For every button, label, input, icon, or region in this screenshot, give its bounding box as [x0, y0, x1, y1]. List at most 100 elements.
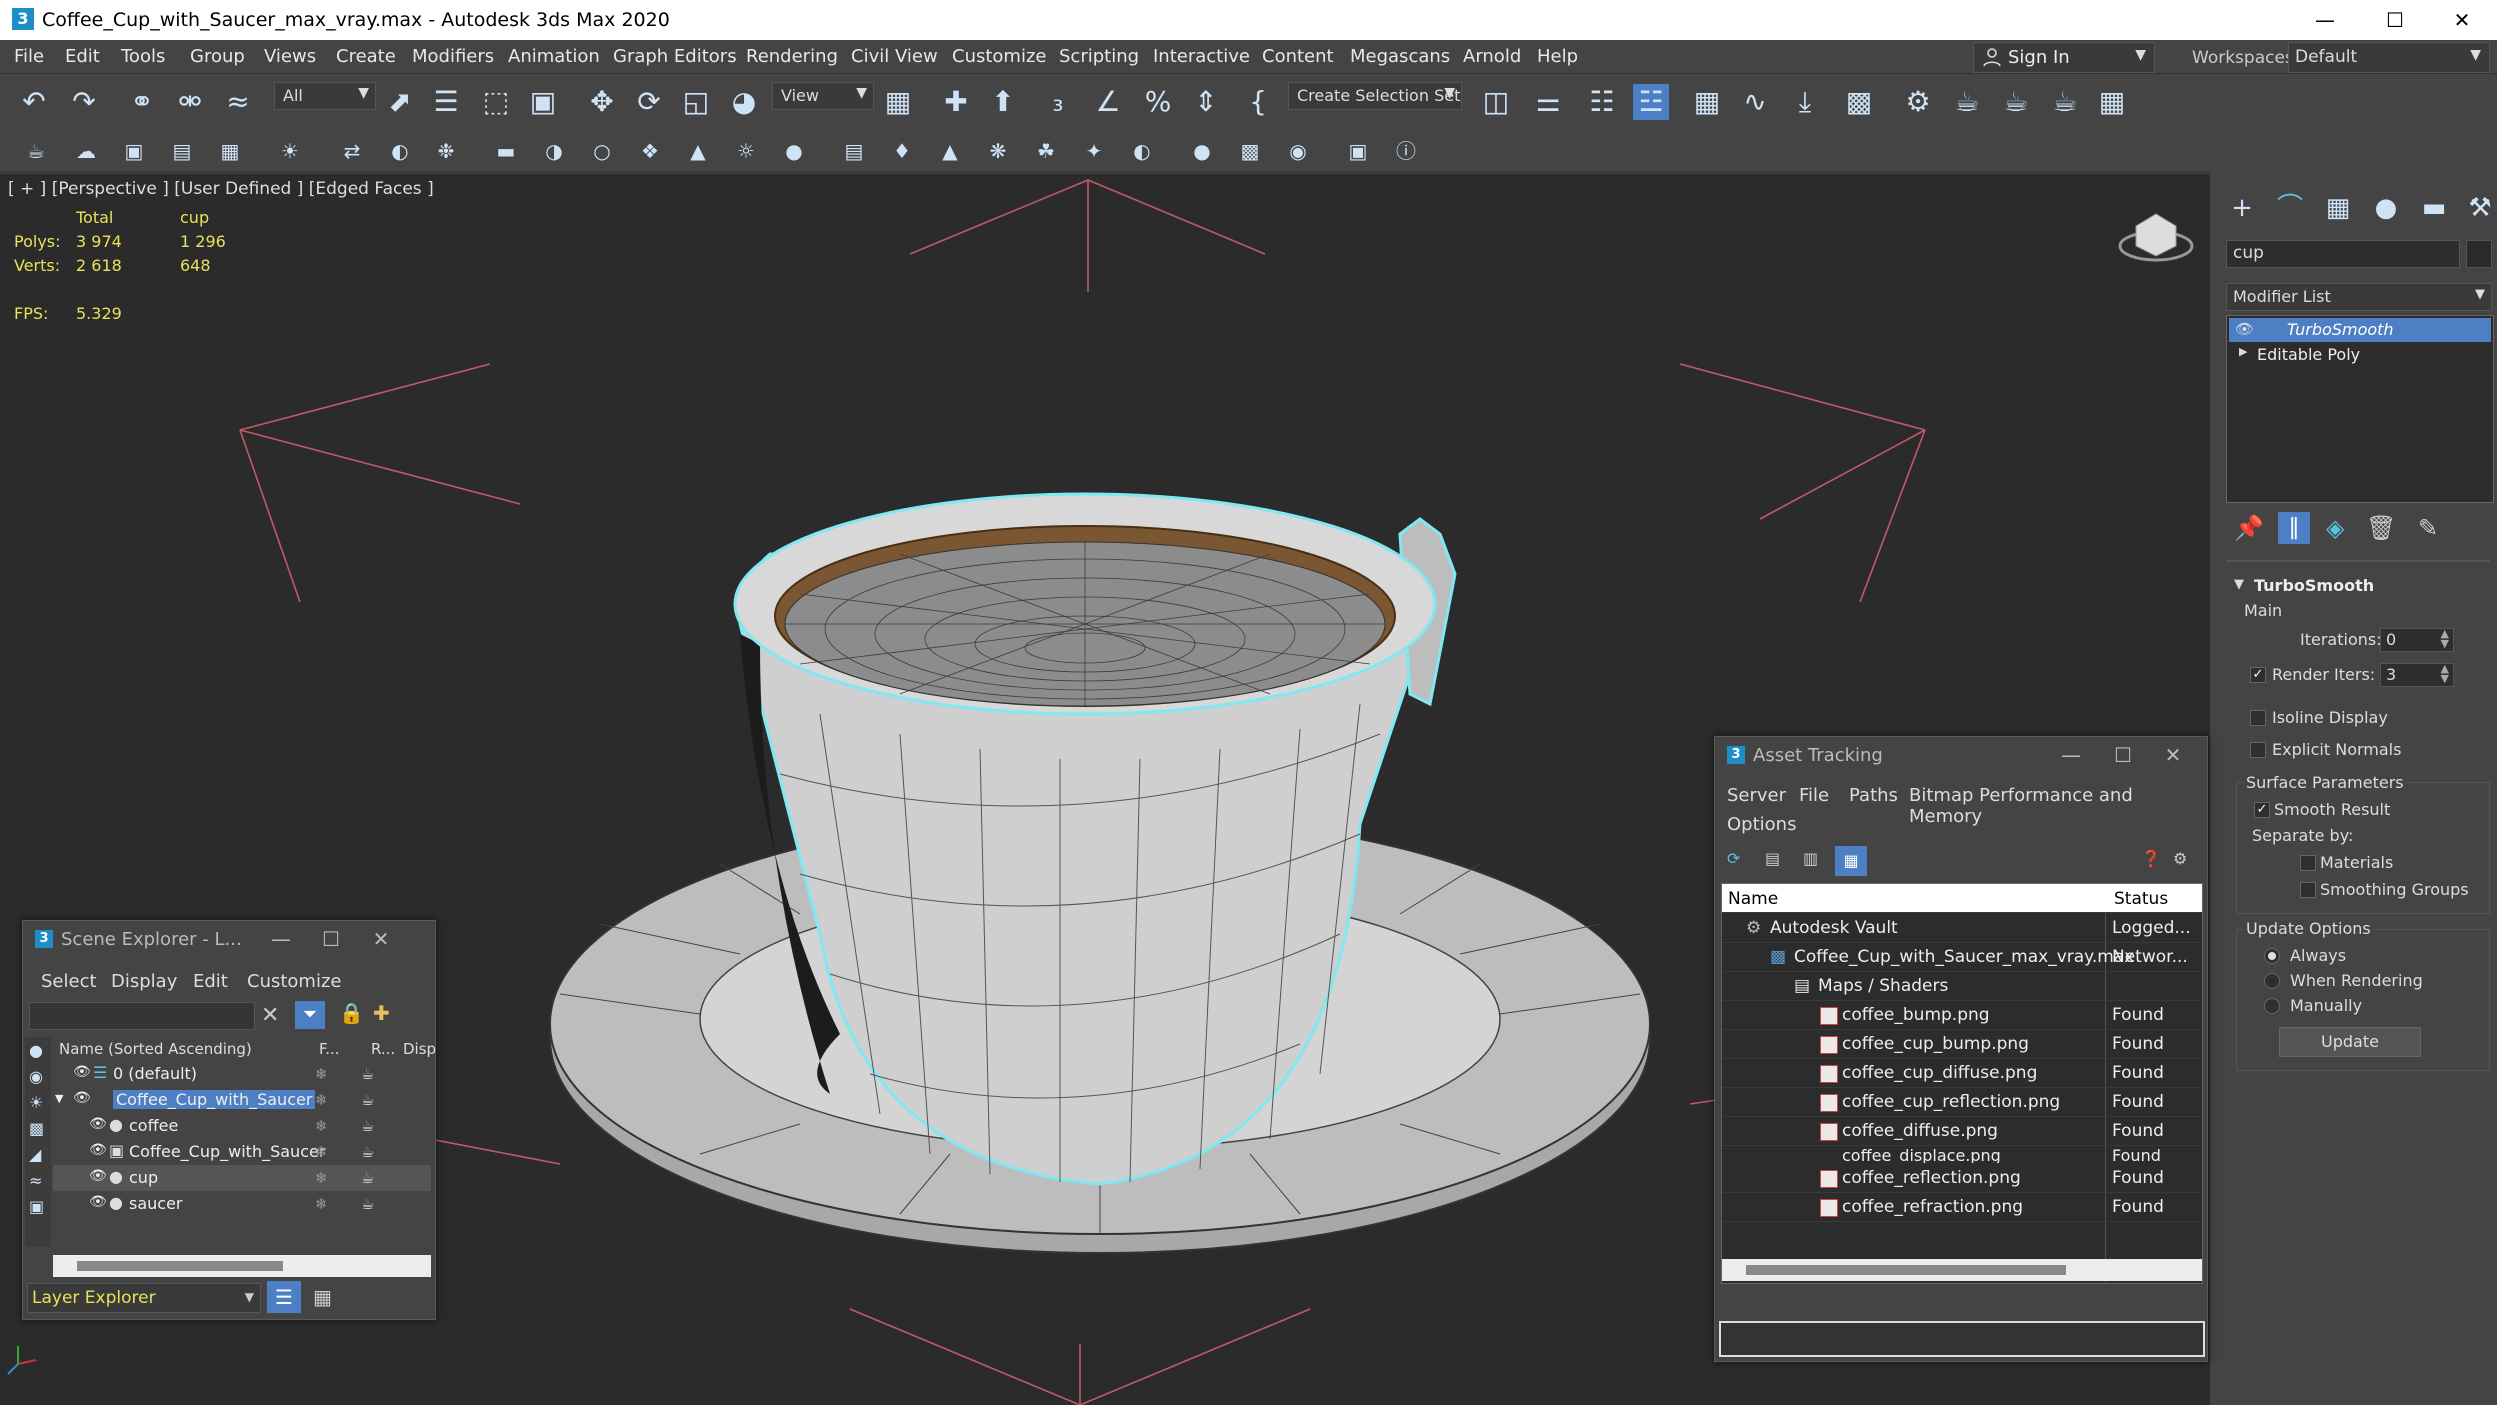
smooth-result-checkbox[interactable]: ✓ — [2254, 802, 2270, 818]
eye-icon[interactable]: 👁 — [73, 1064, 91, 1080]
viewcube-icon[interactable] — [2118, 213, 2194, 262]
ies-light-icon[interactable]: ▲ — [684, 137, 712, 165]
select-object-icon[interactable]: ⬈ — [382, 84, 418, 120]
create-tab-icon[interactable]: + — [2224, 190, 2260, 226]
maximize-button[interactable]: ☐ — [2360, 0, 2430, 40]
sx-search-input[interactable] — [29, 1002, 255, 1030]
minimize-button[interactable]: — — [2049, 739, 2093, 771]
col-name-header[interactable]: Name — [1728, 889, 1778, 909]
asset-row[interactable]: coffee_refraction.png Found — [1722, 1192, 2202, 1222]
window-crossing-icon[interactable]: ▣ — [525, 84, 561, 120]
menu-scripting[interactable]: Scripting — [1059, 46, 1139, 67]
menu-rendering[interactable]: Rendering — [746, 46, 838, 67]
unlink-icon[interactable]: ⚮ — [172, 84, 208, 120]
rect-selection-icon[interactable]: ⬚ — [478, 84, 514, 120]
render-in-cloud-icon[interactable]: ▦ — [2094, 84, 2130, 120]
scale-icon[interactable]: ◱ — [678, 84, 714, 120]
remove-modifier-icon[interactable]: 🗑 — [2366, 514, 2396, 542]
explicit-normals-checkbox[interactable] — [2250, 742, 2266, 758]
frame-buffer-icon[interactable]: ▣ — [120, 137, 148, 165]
list-view-icon[interactable]: ▤ — [1765, 849, 1780, 868]
eye-icon[interactable]: 👁 — [89, 1142, 107, 1158]
refresh-icon[interactable]: ⟳ — [1727, 849, 1740, 868]
menu-file[interactable]: File — [14, 46, 44, 67]
asset-row[interactable]: ▩ Coffee_Cup_with_Saucer_max_vray.max Ne… — [1722, 942, 2202, 972]
decal-icon[interactable]: ♦ — [888, 137, 916, 165]
cloud-icon[interactable]: ☁ — [72, 137, 100, 165]
display-helpers-icon[interactable]: ◢ — [29, 1145, 41, 1164]
color-correct-icon[interactable]: ◉ — [1284, 137, 1312, 165]
menu-views[interactable]: Views — [264, 46, 316, 67]
spinner-arrows-icon[interactable]: ▲ ▼ — [2441, 663, 2449, 684]
menu-help[interactable]: Help — [1537, 46, 1578, 67]
proxy-icon[interactable]: ❉ — [432, 137, 460, 165]
sx-col-frozen[interactable]: F... — [319, 1040, 340, 1058]
selection-filter-dropdown[interactable]: All ▼ — [274, 82, 376, 110]
sphere-light-icon[interactable]: ○ — [588, 137, 616, 165]
object-name-field[interactable]: cup — [2226, 240, 2460, 268]
sx-menu-select[interactable]: Select — [41, 971, 97, 992]
menu-civil-view[interactable]: Civil View — [851, 46, 938, 67]
edit-named-selection-icon[interactable]: { — [1240, 84, 1276, 120]
at-menu-bitmap[interactable]: Bitmap Performance and Memory — [1909, 785, 2207, 827]
asset-row[interactable]: coffee_cup_reflection.png Found — [1722, 1087, 2202, 1117]
lock-icon[interactable]: 🔒 — [339, 1001, 364, 1025]
menu-interactive[interactable]: Interactive — [1153, 46, 1250, 67]
angle-snap-icon[interactable]: ∠ — [1090, 84, 1126, 120]
eye-icon[interactable]: 👁 — [89, 1116, 107, 1132]
ambient-light-icon[interactable]: ● — [780, 137, 808, 165]
scatter-icon[interactable]: ✦ — [1080, 137, 1108, 165]
menu-edit[interactable]: Edit — [65, 46, 100, 67]
display-groups-icon[interactable]: ▣ — [29, 1197, 44, 1216]
asset-row[interactable]: coffee_bump.png Found — [1722, 1000, 2202, 1030]
asset-row[interactable]: coffee_diffuse.png Found — [1722, 1116, 2202, 1146]
clear-search-icon[interactable]: ✕ — [261, 1003, 279, 1028]
help-icon[interactable]: ⓘ — [1392, 137, 1420, 165]
sx-col-renderable[interactable]: R... — [371, 1040, 395, 1058]
render-setup-icon[interactable]: ⚙ — [1900, 84, 1936, 120]
sign-in-dropdown[interactable]: Sign In ▼ — [1973, 42, 2155, 73]
rotate-icon[interactable]: ⟳ — [631, 84, 667, 120]
curve-editor-icon[interactable]: ∿ — [1737, 84, 1773, 120]
spinner-arrows-icon[interactable]: ▲ ▼ — [2441, 628, 2449, 649]
object-props-icon[interactable]: ▣ — [1344, 137, 1372, 165]
mesh-light-icon[interactable]: ❖ — [636, 137, 664, 165]
expand-arrow-icon[interactable]: ▶ — [2239, 345, 2247, 358]
menu-megascans[interactable]: Megascans — [1350, 46, 1450, 67]
menu-group[interactable]: Group — [190, 46, 245, 67]
placement-icon[interactable]: ◕ — [726, 84, 762, 120]
plane-light-icon[interactable]: ▬ — [492, 137, 520, 165]
volume-grid-icon[interactable]: ❋ — [984, 137, 1012, 165]
percent-snap-icon[interactable]: % — [1140, 84, 1176, 120]
render-column-icons[interactable]: ☕ ☕ ☕ ☕ ☕ ☕ — [361, 1061, 385, 1217]
utilities-tab-icon[interactable]: ⚒ — [2462, 190, 2497, 226]
freeze-column-icons[interactable]: ❄ ❄ ❄ ❄ ❄ ❄ — [315, 1061, 339, 1217]
sun-icon[interactable]: ☼ — [732, 137, 760, 165]
close-button[interactable]: ✕ — [2427, 0, 2497, 40]
modify-tab-icon[interactable]: ⌒ — [2272, 190, 2308, 226]
workspace-dropdown[interactable]: Default ▼ — [2288, 42, 2490, 73]
eye-icon[interactable]: 👁 — [89, 1168, 107, 1184]
minimize-button[interactable]: — — [2290, 0, 2360, 40]
teapot-icon[interactable]: ☕ — [22, 137, 50, 165]
eye-icon[interactable]: 👁 — [2235, 320, 2254, 338]
log-icon[interactable]: ▤ — [168, 137, 196, 165]
expand-arrow-icon[interactable]: ▼ — [55, 1092, 63, 1105]
sx-col-name[interactable]: Name (Sorted Ascending) — [59, 1040, 252, 1058]
scene-explorer-titlebar[interactable]: 3 Scene Explorer - L... — ☐ ✕ — [23, 921, 435, 957]
pivot-center-icon[interactable]: ▦ — [880, 84, 916, 120]
tree-view-icon[interactable]: ▥ — [1803, 849, 1818, 868]
sort-by-hierarchy-icon[interactable]: ▦ — [313, 1285, 332, 1309]
menu-animation[interactable]: Animation — [508, 46, 600, 67]
object-color-swatch[interactable] — [2466, 240, 2492, 268]
update-button[interactable]: Update — [2279, 1027, 2421, 1057]
asset-row[interactable]: ⚙ Autodesk Vault Logged... — [1722, 913, 2202, 943]
when-rendering-radio[interactable] — [2264, 973, 2280, 989]
viewport-label[interactable]: [ + ] [Perspective ] [User Defined ] [Ed… — [8, 179, 434, 199]
sx-menu-edit[interactable]: Edit — [193, 971, 228, 992]
make-unique-icon[interactable]: ◈ — [2326, 514, 2344, 542]
toggle-scene-explorer-icon[interactable]: ☷ — [1584, 84, 1620, 120]
at-horizontal-scrollbar[interactable] — [1722, 1259, 2202, 1281]
bind-space-warp-icon[interactable]: ≈ — [220, 84, 256, 120]
rollout-collapse-icon[interactable]: ▼ — [2234, 577, 2244, 592]
